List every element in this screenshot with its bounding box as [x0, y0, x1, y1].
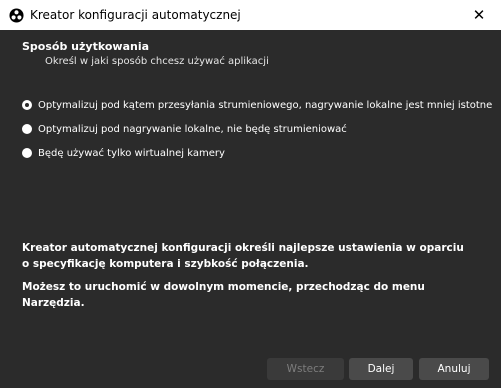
section-heading: Sposób użytkowania — [22, 40, 150, 53]
info-text-2: Możesz to uruchomić w dowolnym momencie,… — [22, 281, 425, 309]
option-virtual-camera[interactable]: Będę używać tylko wirtualnej kamery — [22, 145, 225, 161]
window-title: Kreator konfiguracji automatycznej — [30, 8, 241, 22]
info-text-1: Kreator automatycznej konfiguracji okreś… — [22, 242, 464, 270]
option-recording[interactable]: Optymalizuj pod nagrywanie lokalne, nie … — [22, 121, 347, 137]
title-bar: Kreator konfiguracji automatycznej ✕ — [0, 0, 501, 30]
option-label: Optymalizuj pod nagrywanie lokalne, nie … — [38, 123, 347, 135]
obs-logo-icon — [8, 7, 24, 23]
back-button[interactable]: Wstecz — [267, 358, 344, 380]
section-subheading: Określ w jaki sposób chcesz używać aplik… — [45, 56, 269, 67]
option-label: Optymalizuj pod kątem przesyłania strumi… — [38, 99, 493, 111]
radio-button[interactable] — [22, 124, 32, 134]
next-button[interactable]: Dalej — [349, 358, 413, 380]
radio-button[interactable] — [22, 100, 32, 110]
close-button[interactable]: ✕ — [457, 0, 501, 30]
option-streaming[interactable]: Optymalizuj pod kątem przesyłania strumi… — [22, 97, 492, 113]
cancel-button[interactable]: Anuluj — [419, 358, 489, 380]
radio-button[interactable] — [22, 148, 32, 158]
option-label: Będę używać tylko wirtualnej kamery — [38, 147, 225, 159]
